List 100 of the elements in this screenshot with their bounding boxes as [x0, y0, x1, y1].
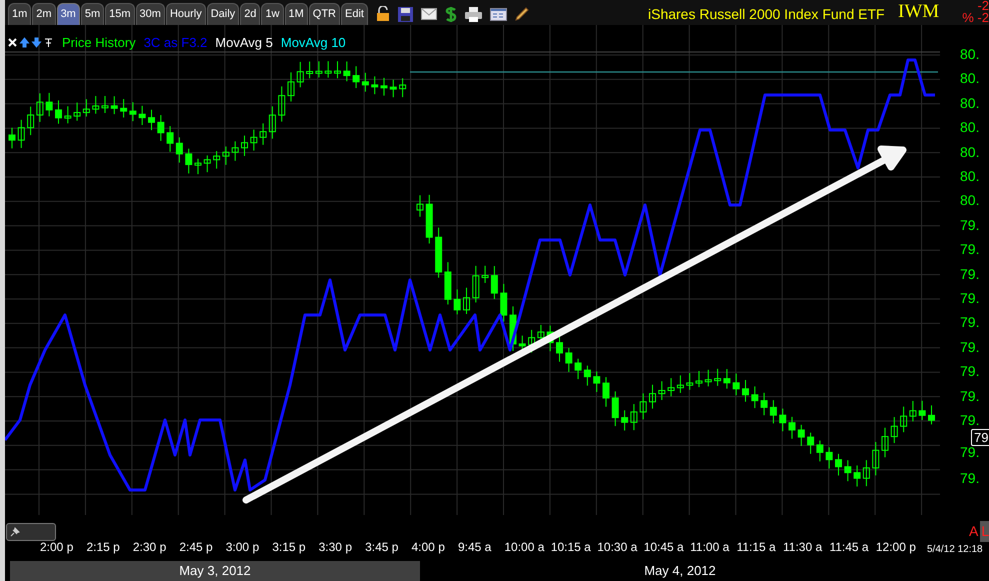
- time-axis-label: 9:45 a: [458, 539, 492, 556]
- candlestick: [658, 380, 666, 400]
- candlestick: [510, 306, 516, 352]
- time-axis-label: 10:45 a: [644, 539, 685, 556]
- price-axis-label: 79.: [960, 266, 980, 281]
- candlestick: [882, 427, 888, 458]
- timeframe-tab[interactable]: 30m: [136, 3, 165, 25]
- timeframe-tab[interactable]: Hourly: [166, 3, 206, 25]
- timeframe-tab[interactable]: 5m: [80, 3, 104, 25]
- candlestick: [296, 61, 304, 88]
- candlestick: [807, 432, 814, 454]
- timestamp: 5/4/12 12:18: [927, 543, 983, 557]
- candlestick: [176, 136, 183, 164]
- candlestick: [463, 287, 470, 314]
- timeframe-tab[interactable]: 1w: [261, 3, 284, 25]
- timeframe-tab[interactable]: 1m: [8, 3, 32, 25]
- candlestick: [334, 60, 341, 79]
- time-axis-label: 11:15 a: [736, 539, 777, 556]
- instrument-name: iShares Russell 2000 Index Fund ETF: [648, 5, 885, 24]
- close-icon[interactable]: [7, 37, 18, 48]
- time-axis-label: 3:45 p: [365, 539, 400, 556]
- candlestick: [120, 98, 128, 118]
- timeframe-tab[interactable]: 2m: [32, 3, 56, 25]
- candlestick: [676, 374, 684, 394]
- timeframe-tab[interactable]: QTR: [308, 3, 340, 25]
- candlestick: [232, 140, 239, 162]
- candlestick: [288, 72, 294, 102]
- candlestick: [18, 119, 25, 148]
- timeframe-tab[interactable]: 1M: [284, 3, 308, 25]
- candlestick: [343, 61, 350, 82]
- candlestick: [110, 96, 118, 115]
- price-axis-label: 80.: [960, 144, 980, 159]
- candlestick: [593, 370, 600, 392]
- mail-icon[interactable]: [420, 8, 437, 20]
- pin-icon[interactable]: [43, 37, 54, 48]
- candlestick: [306, 61, 314, 79]
- candlestick: [826, 446, 833, 470]
- window-icon[interactable]: [490, 8, 507, 20]
- flag-label[interactable]: A: [968, 521, 980, 542]
- candlestick: [435, 227, 442, 278]
- candlestick: [630, 404, 638, 431]
- time-axis-label: 11:45 a: [829, 539, 870, 556]
- price-axis-label: 80.: [960, 193, 980, 208]
- time-axis-label: 11:30 a: [783, 539, 824, 556]
- candlestick: [390, 79, 397, 98]
- candlestick: [64, 106, 72, 124]
- time-axis-label: 11:00 a: [690, 539, 730, 556]
- pin-icon: [10, 527, 20, 537]
- time-axis-label: 2:00 p: [40, 539, 74, 556]
- candlestick: [751, 386, 758, 409]
- scroll-thumb[interactable]: [6, 523, 56, 541]
- candlestick: [565, 347, 572, 372]
- candlestick: [890, 416, 898, 444]
- timeframe-tab[interactable]: 3m: [56, 3, 80, 25]
- candlestick: [222, 146, 230, 166]
- candlestick: [602, 376, 610, 408]
- candlestick: [352, 66, 360, 89]
- candlestick: [46, 92, 53, 117]
- candlestick: [371, 76, 378, 95]
- up-arrow-icon[interactable]: [19, 37, 30, 48]
- candlestick: [129, 102, 136, 122]
- printer-icon[interactable]: [464, 6, 482, 22]
- timeframe-tab[interactable]: 2d: [240, 3, 260, 25]
- price-axis-label: 79.: [960, 445, 980, 459]
- candlestick: [472, 265, 480, 303]
- down-arrow-icon[interactable]: [31, 37, 42, 48]
- candlestick: [166, 126, 174, 152]
- candlestick: [900, 406, 908, 433]
- timeframe-tab[interactable]: Edit: [341, 3, 368, 25]
- candlestick: [27, 106, 34, 136]
- candlestick: [732, 373, 740, 396]
- lock-icon[interactable]: [376, 6, 390, 22]
- time-axis-label: 2:45 p: [179, 539, 214, 556]
- candlestick: [380, 77, 388, 96]
- candlestick: [854, 464, 861, 488]
- candlestick: [250, 129, 258, 152]
- candlestick: [500, 283, 508, 322]
- legend-label[interactable]: Price History: [62, 33, 136, 52]
- candlestick: [194, 158, 202, 175]
- price-axis-label: 79.: [960, 413, 980, 427]
- price-axis-label: 80.: [960, 169, 980, 183]
- candlestick: [260, 122, 267, 146]
- save-icon[interactable]: [398, 6, 413, 22]
- timeframe-tab[interactable]: Daily: [206, 3, 240, 25]
- dollar-icon[interactable]: [444, 6, 457, 22]
- time-axis-label: 3:15 p: [272, 539, 307, 556]
- legend-label[interactable]: MovAvg 10: [280, 33, 346, 52]
- candlestick: [55, 100, 62, 124]
- candlestick: [696, 370, 702, 388]
- candlestick: [324, 60, 332, 78]
- candlestick: [835, 453, 842, 476]
- last-price-label: 79.: [971, 429, 989, 446]
- date-label: May 3, 2012: [10, 561, 420, 581]
- pencil-icon[interactable]: [514, 7, 529, 21]
- time-axis-label: 3:30 p: [318, 539, 353, 556]
- time-axis-label: 2:30 p: [132, 539, 168, 556]
- candlestick: [686, 372, 694, 390]
- candlestick: [204, 154, 211, 173]
- timeframe-tab[interactable]: 15m: [105, 3, 135, 25]
- legend-label[interactable]: MovAvg 5: [215, 33, 273, 52]
